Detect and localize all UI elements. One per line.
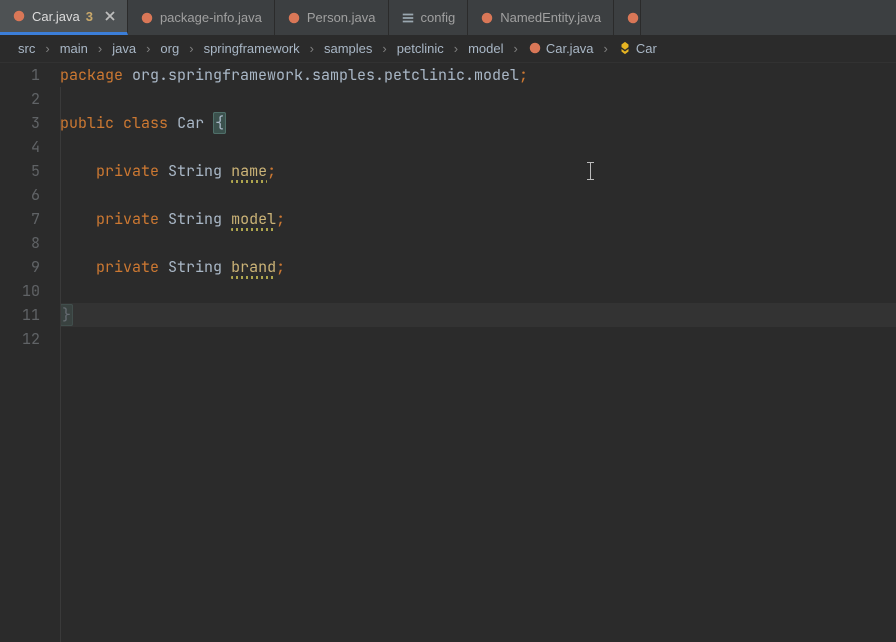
- code-area[interactable]: package org.springframework.samples.petc…: [60, 63, 896, 642]
- tab-label: config: [421, 10, 456, 25]
- code-line[interactable]: public class Car {: [60, 111, 896, 135]
- tab-car-java[interactable]: Car.java 3: [0, 0, 128, 35]
- tab-label: Person.java: [307, 10, 376, 25]
- crumb-springframework[interactable]: springframework: [200, 41, 304, 56]
- crumb-java[interactable]: java: [108, 41, 140, 56]
- tab-label: NamedEntity.java: [500, 10, 601, 25]
- line-number: 4: [0, 135, 40, 159]
- code-line[interactable]: [60, 135, 896, 159]
- crumb-petclinic[interactable]: petclinic: [393, 41, 448, 56]
- tab-person-java[interactable]: Person.java: [275, 0, 389, 35]
- crumb-car-java[interactable]: Car.java: [524, 41, 598, 56]
- code-line[interactable]: [60, 231, 896, 255]
- chevron-right-icon: ›: [378, 41, 390, 56]
- line-number: 9: [0, 255, 40, 279]
- crumb-label: java: [112, 41, 136, 56]
- crumb-label: src: [18, 41, 35, 56]
- crumb-org[interactable]: org: [156, 41, 183, 56]
- crumb-car[interactable]: Car: [614, 41, 661, 56]
- text-caret: [590, 162, 591, 180]
- line-number: 8: [0, 231, 40, 255]
- crumb-main[interactable]: main: [56, 41, 92, 56]
- java-file-icon: [626, 11, 640, 25]
- crumb-label: samples: [324, 41, 372, 56]
- tab-namedentity-java[interactable]: NamedEntity.java: [468, 0, 614, 35]
- indent-guide: [60, 87, 61, 642]
- code-editor[interactable]: 123456789101112 package org.springframew…: [0, 63, 896, 642]
- breadcrumb: src › main › java › org › springframework › sample…: [0, 35, 896, 63]
- code-line[interactable]: [60, 183, 896, 207]
- code-line[interactable]: [60, 279, 896, 303]
- crumb-label: main: [60, 41, 88, 56]
- java-file-icon: [528, 41, 542, 55]
- crumb-label: petclinic: [397, 41, 444, 56]
- code-line[interactable]: [60, 87, 896, 111]
- crumb-label: org: [160, 41, 179, 56]
- line-number: 6: [0, 183, 40, 207]
- close-icon[interactable]: [105, 11, 115, 21]
- line-number: 2: [0, 87, 40, 111]
- chevron-right-icon: ›: [600, 41, 612, 56]
- line-number: 11: [0, 303, 40, 327]
- line-gutter: 123456789101112: [0, 63, 60, 642]
- line-number: 12: [0, 327, 40, 351]
- tab-overflow[interactable]: [614, 0, 641, 35]
- line-number: 1: [0, 63, 40, 87]
- code-line[interactable]: private String brand;: [60, 255, 896, 279]
- chevron-right-icon: ›: [94, 41, 106, 56]
- config-file-icon: [401, 11, 415, 25]
- crumb-samples[interactable]: samples: [320, 41, 376, 56]
- line-number: 5: [0, 159, 40, 183]
- crumb-src[interactable]: src: [14, 41, 39, 56]
- code-line[interactable]: [60, 327, 896, 351]
- java-file-icon: [480, 11, 494, 25]
- chevron-right-icon: ›: [510, 41, 522, 56]
- tab-label: package-info.java: [160, 10, 262, 25]
- current-line-highlight: [60, 303, 896, 327]
- tab-package-info-java[interactable]: package-info.java: [128, 0, 275, 35]
- chevron-right-icon: ›: [306, 41, 318, 56]
- code-line[interactable]: private String name;: [60, 159, 896, 183]
- code-line[interactable]: private String model;: [60, 207, 896, 231]
- chevron-right-icon: ›: [450, 41, 462, 56]
- line-number: 3: [0, 111, 40, 135]
- chevron-right-icon: ›: [185, 41, 197, 56]
- code-line[interactable]: package org.springframework.samples.petc…: [60, 63, 896, 87]
- chevron-right-icon: ›: [41, 41, 53, 56]
- java-file-icon: [140, 11, 154, 25]
- tab-config[interactable]: config: [389, 0, 469, 35]
- chevron-right-icon: ›: [142, 41, 154, 56]
- class-icon: [618, 41, 632, 55]
- crumb-label: Car: [636, 41, 657, 56]
- crumb-model[interactable]: model: [464, 41, 507, 56]
- tab-badge: 3: [86, 9, 93, 24]
- line-number: 10: [0, 279, 40, 303]
- java-file-icon: [12, 9, 26, 23]
- crumb-label: model: [468, 41, 503, 56]
- crumb-label: Car.java: [546, 41, 594, 56]
- line-number: 7: [0, 207, 40, 231]
- tab-label: Car.java: [32, 9, 80, 24]
- java-file-icon: [287, 11, 301, 25]
- editor-tabs: Car.java 3 package-info.java Person.java con…: [0, 0, 896, 35]
- crumb-label: springframework: [204, 41, 300, 56]
